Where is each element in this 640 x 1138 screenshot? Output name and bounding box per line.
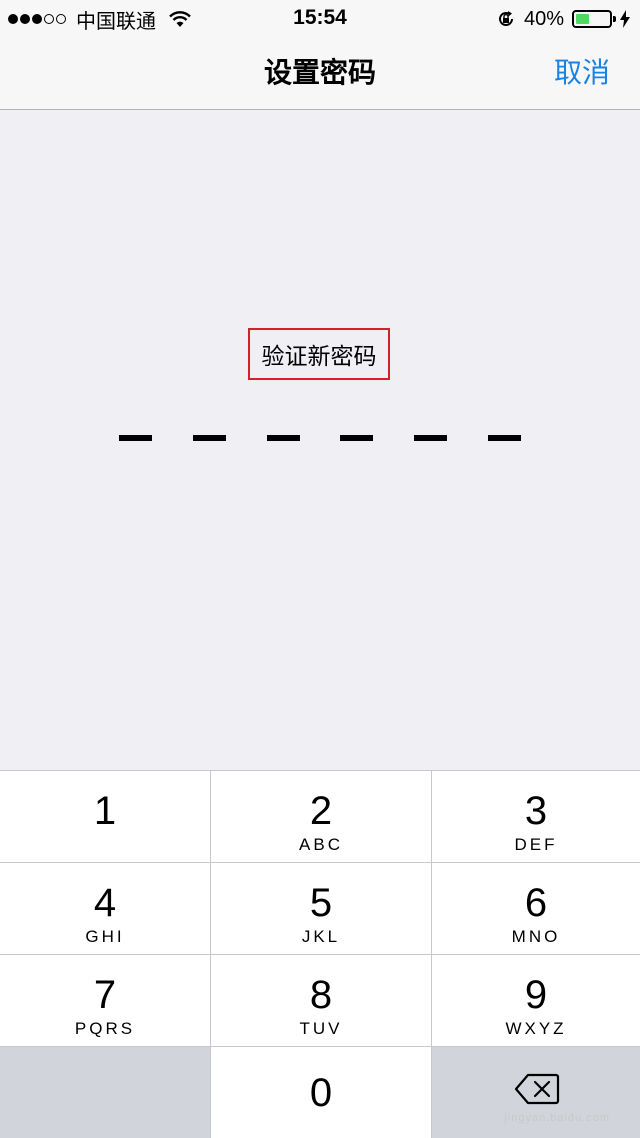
key-blank: [0, 1046, 211, 1138]
status-bar: 中国联通 15:54 40%: [0, 0, 640, 38]
key-digit: 8: [309, 973, 333, 1017]
key-digit: 7: [93, 973, 117, 1017]
key-letters: JKL: [301, 927, 341, 946]
key-1[interactable]: 1: [0, 770, 211, 862]
passcode-digit-slot: [340, 435, 373, 441]
delete-button[interactable]: jingyan.baidu.com: [432, 1046, 640, 1138]
key-digit: 3: [524, 789, 548, 833]
key-letters: TUV: [299, 1019, 343, 1038]
passcode-digit-slot: [488, 435, 521, 441]
key-digit: 6: [524, 881, 548, 925]
numeric-keypad: 1 2 ABC 3 DEF 4 GHI 5 JKL 6 MNO 7 PQRS 8…: [0, 770, 640, 1138]
key-digit: 4: [93, 881, 117, 925]
passcode-entry-field: [119, 435, 521, 441]
passcode-digit-slot: [193, 435, 226, 441]
passcode-content: 验证新密码: [0, 110, 640, 770]
key-digit: 9: [524, 973, 548, 1017]
passcode-digit-slot: [414, 435, 447, 441]
key-digit: 0: [309, 1071, 333, 1115]
key-8[interactable]: 8 TUV: [211, 954, 432, 1046]
key-digit: 2: [309, 789, 333, 833]
passcode-digit-slot: [267, 435, 300, 441]
key-letters: WXYZ: [505, 1019, 567, 1038]
battery-icon: [572, 10, 616, 28]
status-bar-right: 40%: [496, 6, 630, 32]
watermark: jingyan.baidu.com: [504, 1112, 610, 1124]
key-7[interactable]: 7 PQRS: [0, 954, 211, 1046]
passcode-digit-slot: [119, 435, 152, 441]
key-5[interactable]: 5 JKL: [211, 862, 432, 954]
navigation-bar: 设置密码 取消: [0, 38, 640, 110]
key-letters: MNO: [511, 927, 561, 946]
battery-percent: 40%: [523, 7, 564, 30]
key-9[interactable]: 9 WXYZ: [432, 954, 640, 1046]
key-0[interactable]: 0: [211, 1046, 432, 1138]
key-letters: DEF: [514, 835, 558, 854]
charging-icon: [620, 10, 630, 28]
battery-fill: [576, 14, 589, 24]
key-digit: 5: [309, 881, 333, 925]
key-digit: 1: [93, 789, 117, 833]
key-letters: ABC: [299, 835, 343, 854]
page-title: 设置密码: [263, 57, 376, 88]
delete-backspace-icon: [514, 1073, 560, 1105]
key-letters: PQRS: [74, 1019, 136, 1038]
key-3[interactable]: 3 DEF: [432, 770, 640, 862]
key-2[interactable]: 2 ABC: [211, 770, 432, 862]
key-4[interactable]: 4 GHI: [0, 862, 211, 954]
key-6[interactable]: 6 MNO: [432, 862, 640, 954]
cancel-button[interactable]: 取消: [554, 38, 610, 108]
verify-passcode-prompt: 验证新密码: [248, 328, 390, 380]
key-letters: GHI: [85, 927, 125, 946]
rotation-lock-icon: [499, 11, 513, 26]
